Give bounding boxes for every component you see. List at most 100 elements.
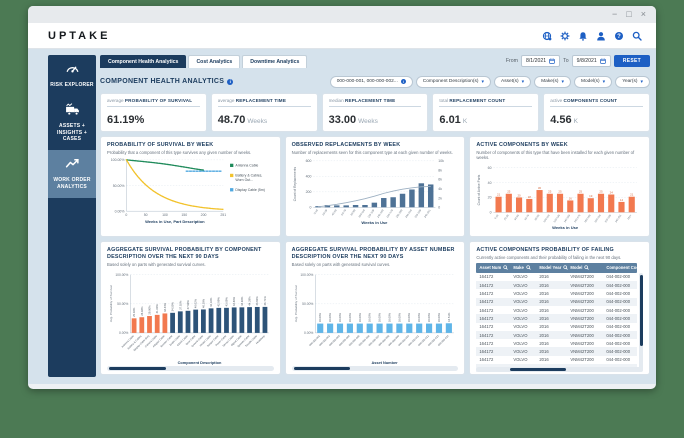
table-cell: 164172	[476, 349, 510, 354]
svg-text:220-239: 220-239	[413, 208, 422, 219]
table-cell: 164172	[476, 324, 510, 329]
scrollbar-thumb[interactable]	[294, 367, 351, 370]
svg-text:50.00%: 50.00%	[117, 302, 128, 306]
search-icon[interactable]	[503, 265, 508, 271]
tab-cost-analytics[interactable]: Cost Analytics	[188, 55, 240, 68]
svg-text:37.99%: 37.99%	[186, 299, 190, 309]
vertical-scrollbar[interactable]	[639, 273, 643, 373]
sidebar: RISK EXPLORER ASSETS + INSIGHTS + CASES WO…	[48, 55, 96, 377]
reset-button[interactable]: RESET	[614, 55, 650, 67]
kpi-unit: K	[463, 118, 467, 125]
kpi-divider	[218, 106, 311, 107]
chart-row-2: AGGREGATE SURVIVAL PROBABILITY BY COMPON…	[100, 241, 650, 375]
horizontal-scrollbar[interactable]	[476, 367, 643, 372]
svg-text:251: 251	[220, 213, 226, 217]
svg-text:40: 40	[488, 181, 492, 185]
column-header-component-code[interactable]: Component Code	[603, 265, 646, 271]
column-header-make[interactable]: Make	[510, 265, 536, 271]
svg-text:19: 19	[589, 194, 593, 198]
svg-text:40.29%: 40.29%	[201, 298, 205, 308]
svg-text:21: 21	[630, 192, 634, 196]
column-label: Make	[513, 265, 523, 270]
search-icon[interactable]	[584, 265, 589, 271]
from-label: From	[506, 58, 518, 64]
scrollbar-thumb[interactable]	[510, 368, 567, 371]
svg-text:100-119: 100-119	[543, 213, 551, 223]
svg-text:Count of Active Parts: Count of Active Parts	[477, 174, 481, 205]
table-cell: 2016	[536, 316, 567, 321]
kpi-unit: %	[135, 114, 145, 126]
truck-icon	[65, 102, 80, 117]
kpi-unit: Weeks	[247, 118, 267, 125]
table-cell: VOLVO	[510, 274, 536, 279]
table-row: 164172VOLVO2016VNM42T200044-002-000	[476, 281, 637, 289]
close-button[interactable]: ×	[641, 10, 646, 19]
info-circle-icon[interactable]: i	[401, 79, 406, 84]
info-icon[interactable]: i	[227, 79, 233, 85]
svg-text:43.93%: 43.93%	[240, 296, 244, 306]
app-header: UPTAKE ?	[28, 23, 656, 49]
table-cell: VNM42T200	[567, 333, 603, 338]
column-header-model-year[interactable]: Model Year	[536, 265, 567, 271]
chart-title: PROBABILITY OF SURVIVAL BY WEEK	[107, 142, 274, 149]
filter-asset-s-[interactable]: Asset(s)▾	[494, 76, 531, 88]
sidebar-item-work-order-analytics[interactable]: WORK ORDER ANALYTICS	[48, 150, 96, 198]
table-cell: VOLVO	[510, 349, 536, 354]
table-cell: VNM42T200	[567, 308, 603, 313]
help-icon[interactable]: ?	[614, 31, 624, 41]
column-header-asset-num[interactable]: Asset Num	[476, 265, 510, 271]
tab-component-health-analytics[interactable]: Component Health Analytics	[100, 55, 186, 68]
sidebar-item-label: ASSETS + INSIGHTS + CASES	[50, 123, 94, 143]
active-components-card: ACTIVE COMPONENTS BY WEEK Number of comp…	[469, 136, 650, 237]
svg-text:50.00%: 50.00%	[113, 184, 125, 188]
chart-subtitle: Number of replacements seen for this com…	[292, 150, 459, 155]
filter-year-s-[interactable]: Year(s)▾	[615, 76, 650, 88]
column-header-model[interactable]: Model	[567, 265, 603, 271]
gear-icon[interactable]	[560, 31, 570, 41]
svg-text:140-159: 140-159	[375, 208, 384, 219]
svg-text:240-251: 240-251	[422, 208, 431, 219]
svg-text:220-239: 220-239	[605, 213, 613, 223]
horizontal-scrollbar[interactable]	[107, 366, 274, 371]
svg-text:42.18%: 42.18%	[209, 297, 213, 307]
survival-line-chart: 0.00%50.00%100.00%050100150200251Weeks i…	[107, 155, 274, 229]
svg-text:Avg. Probability of Survival: Avg. Probability of Survival	[294, 285, 298, 322]
globe-icon[interactable]	[542, 31, 552, 41]
search-icon[interactable]	[643, 265, 648, 271]
sidebar-item-risk-explorer[interactable]: RISK EXPLORER	[48, 55, 96, 96]
svg-text:10k: 10k	[438, 159, 444, 163]
user-icon[interactable]	[596, 31, 606, 41]
from-date-input[interactable]: 8/1/2021	[521, 55, 560, 67]
bell-icon[interactable]	[578, 31, 588, 41]
svg-text:16.00%: 16.00%	[427, 312, 431, 322]
filter-make-s-[interactable]: Make(s)▾	[534, 76, 571, 88]
filter-000-000-001-000-000-002-[interactable]: 000-000-001, 000-000-002...i	[330, 76, 413, 88]
maximize-button[interactable]: □	[626, 10, 631, 19]
sidebar-item-label: RISK EXPLORER	[50, 82, 94, 89]
uptake-logo: UPTAKE	[48, 30, 110, 42]
tab-downtime-analytics[interactable]: Downtime Analytics	[242, 55, 307, 68]
kpi-label: active COMPONENTS COUNT	[550, 98, 643, 103]
search-icon[interactable]	[526, 265, 531, 271]
chevron-down-icon: ▾	[482, 79, 485, 85]
kpi-prefix: total	[439, 98, 449, 103]
filter-label: 000-000-001, 000-000-002...	[337, 79, 398, 84]
svg-text:Count of Replacements: Count of Replacements	[293, 166, 297, 201]
scrollbar-thumb[interactable]	[640, 275, 643, 347]
horizontal-scrollbar[interactable]	[292, 366, 459, 371]
to-date-input[interactable]: 9/8/2021	[572, 55, 611, 67]
survival-by-component-card: AGGREGATE SURVIVAL PROBABILITY BY COMPON…	[100, 241, 281, 375]
sidebar-item-assets-insights-cases[interactable]: ASSETS + INSIGHTS + CASES	[48, 96, 96, 150]
filter-model-s-[interactable]: Model(s)▾	[574, 76, 612, 88]
search-icon[interactable]	[632, 31, 642, 41]
scrollbar-thumb[interactable]	[109, 367, 166, 370]
svg-text:?: ?	[617, 34, 621, 40]
svg-text:240-251: 240-251	[615, 213, 623, 223]
kpi-value: 48.70	[218, 114, 246, 126]
svg-text:40-59: 40-59	[330, 208, 337, 216]
filter-component-description-s-[interactable]: Component Description(s)▾	[416, 76, 491, 88]
kpi-value-row: 4.56K	[550, 110, 643, 128]
svg-text:33.44%: 33.44%	[163, 302, 167, 312]
minimize-button[interactable]: −	[612, 10, 617, 19]
table-cell: VOLVO	[510, 299, 536, 304]
